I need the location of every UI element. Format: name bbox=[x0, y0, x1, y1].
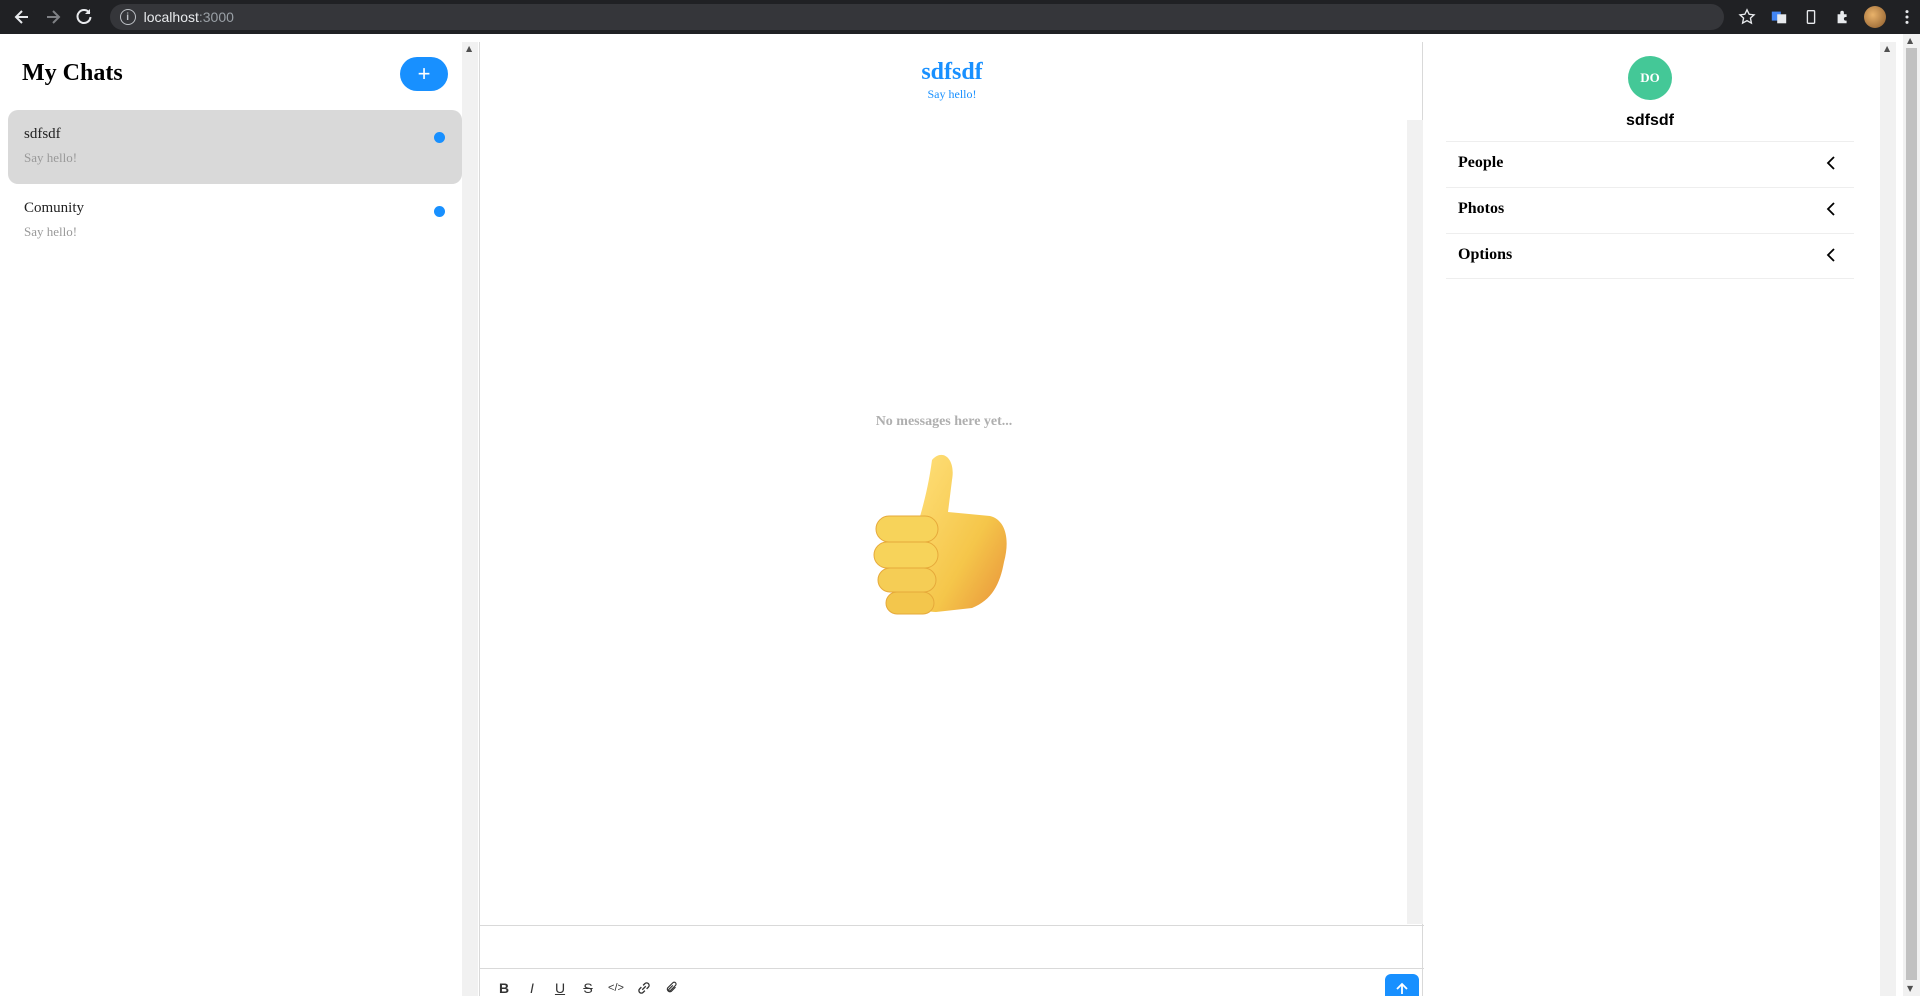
link-button[interactable] bbox=[634, 978, 654, 996]
attach-button[interactable] bbox=[662, 978, 682, 996]
url-port: :3000 bbox=[198, 9, 234, 25]
arrow-up-icon bbox=[1396, 982, 1408, 994]
send-button[interactable] bbox=[1385, 974, 1419, 996]
settings-chat-title: sdfsdf bbox=[1626, 112, 1674, 129]
chat-list-panel: My Chats + sdfsdf Say hello! Comunity Sa… bbox=[0, 34, 462, 996]
unread-dot bbox=[434, 132, 445, 143]
link-icon bbox=[638, 982, 650, 994]
chat-list-scrollbar[interactable]: ▲ bbox=[462, 42, 478, 996]
forward-button[interactable] bbox=[37, 2, 68, 32]
arrow-right-icon bbox=[46, 10, 61, 24]
underline-button[interactable]: U bbox=[550, 978, 570, 996]
section-options[interactable]: Options bbox=[1446, 233, 1854, 279]
bold-button[interactable]: B bbox=[494, 978, 514, 996]
feed-subtitle: Say hello! bbox=[927, 87, 977, 101]
back-button[interactable] bbox=[6, 2, 37, 32]
chat-card-subtitle: Say hello! bbox=[24, 150, 78, 165]
section-label: Options bbox=[1458, 246, 1513, 263]
url-host: localhost bbox=[143, 9, 199, 25]
format-toolbar: B I U S </> bbox=[494, 978, 682, 996]
scroll-up-arrow-icon[interactable]: ▲ bbox=[1884, 44, 1890, 53]
chevron-left-icon bbox=[1826, 156, 1835, 170]
italic-button[interactable]: I bbox=[522, 978, 542, 996]
scroll-up-arrow-icon[interactable]: ▲ bbox=[466, 44, 472, 53]
info-icon[interactable]: i bbox=[119, 9, 136, 25]
extensions-icon[interactable] bbox=[1830, 4, 1856, 30]
chat-settings-panel: DO sdfsdf People Photos Options bbox=[1424, 34, 1880, 996]
chevron-left-icon bbox=[1826, 248, 1835, 262]
strikethrough-button[interactable]: S bbox=[578, 978, 598, 996]
profile-avatar[interactable] bbox=[1862, 4, 1888, 30]
chat-card-title: Comunity bbox=[24, 200, 85, 216]
feed-scrollbar[interactable] bbox=[1407, 120, 1423, 924]
bookmark-star-icon[interactable] bbox=[1734, 4, 1760, 30]
chat-card-comunity[interactable]: Comunity Say hello! bbox=[8, 184, 462, 258]
chat-feed: sdfsdf Say hello! No messages here yet..… bbox=[479, 42, 1424, 996]
avatar: DO bbox=[1628, 56, 1672, 100]
section-label: People bbox=[1458, 154, 1504, 171]
browser-toolbar: i localhost:3000 bbox=[0, 0, 1920, 34]
reload-icon bbox=[76, 9, 92, 24]
message-input[interactable] bbox=[480, 925, 1424, 969]
page-scrollbar-thumb[interactable] bbox=[1906, 48, 1917, 980]
new-chat-button[interactable]: + bbox=[400, 57, 448, 91]
chat-card-title: sdfsdf bbox=[24, 126, 61, 142]
section-people[interactable]: People bbox=[1446, 141, 1854, 187]
translate-icon[interactable] bbox=[1766, 4, 1792, 30]
empty-state-text: No messages here yet... bbox=[875, 414, 1013, 429]
section-label: Photos bbox=[1458, 200, 1505, 217]
reload-button[interactable] bbox=[68, 2, 99, 32]
menu-icon[interactable] bbox=[1894, 4, 1920, 30]
feed-title: sdfsdf bbox=[921, 59, 983, 85]
unread-dot bbox=[434, 206, 445, 217]
arrow-left-icon bbox=[14, 10, 28, 24]
chat-card-subtitle: Say hello! bbox=[24, 224, 78, 239]
section-photos[interactable]: Photos bbox=[1446, 187, 1854, 233]
code-button[interactable]: </> bbox=[606, 978, 626, 996]
thumbs-up-icon bbox=[873, 454, 1007, 615]
paperclip-icon bbox=[666, 981, 677, 993]
page-scroll-up-icon[interactable]: ▲ bbox=[1907, 36, 1913, 45]
settings-scrollbar[interactable]: ▲ bbox=[1880, 42, 1896, 996]
chevron-left-icon bbox=[1826, 202, 1835, 216]
page-scroll-down-icon[interactable]: ▼ bbox=[1907, 984, 1913, 993]
chat-list-title: My Chats bbox=[22, 60, 123, 86]
device-icon[interactable] bbox=[1798, 4, 1824, 30]
address-bar[interactable]: i localhost:3000 bbox=[109, 4, 1724, 30]
chat-card-sdfsdf[interactable]: sdfsdf Say hello! bbox=[8, 110, 462, 184]
